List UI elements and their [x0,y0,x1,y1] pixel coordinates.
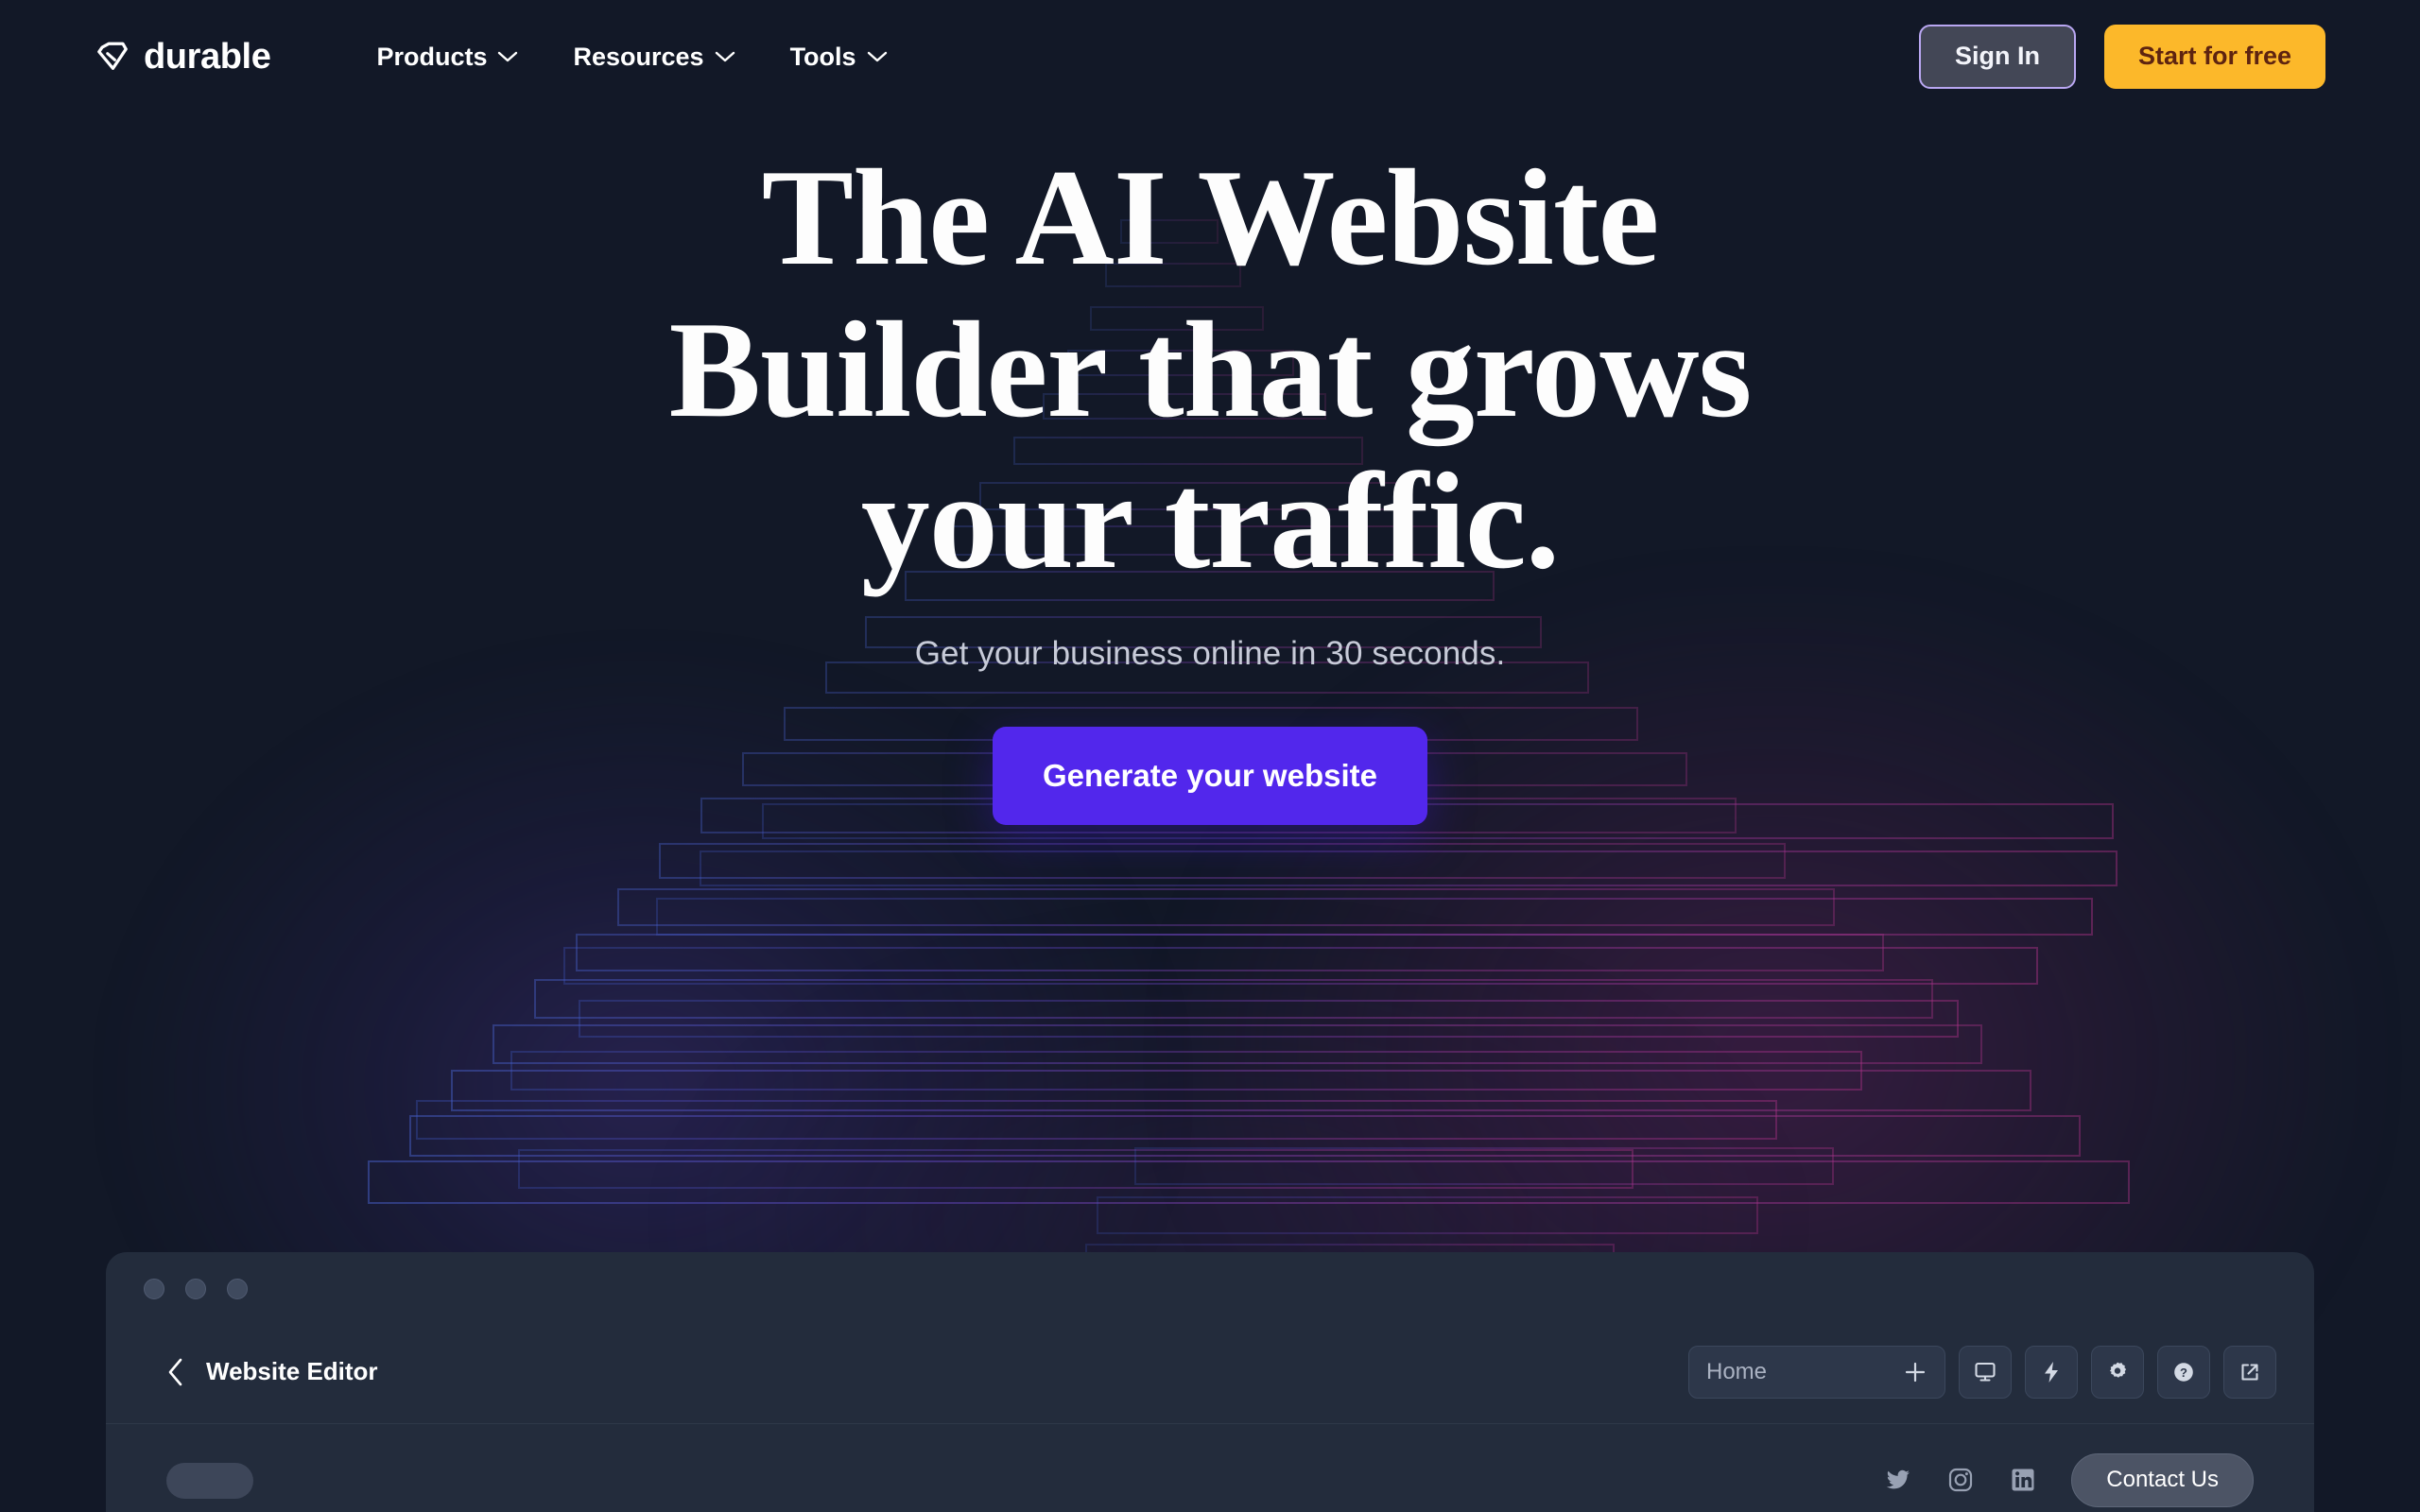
site-logo-placeholder [166,1462,253,1499]
nav-actions: Sign In Start for free [1918,25,2325,89]
decorative-pill [576,934,1884,971]
chevron-down-icon [498,51,518,62]
window-dot-maximize[interactable] [227,1279,248,1299]
desktop-preview-button[interactable] [1959,1345,2012,1399]
decorative-pill [1097,1196,1758,1234]
headline-line-3: your traffic. [860,444,1560,598]
top-navbar: durable Products Resources Tools Sign In… [0,0,2420,113]
window-dot-minimize[interactable] [185,1279,206,1299]
decorative-pill [493,1024,1982,1064]
editor-toolbar: Website Editor Home ? [106,1320,2314,1424]
settings-button[interactable] [2091,1345,2144,1399]
plus-icon[interactable] [1903,1360,1927,1384]
nav-item-label: Resources [573,42,704,71]
brand-logo[interactable]: durable [95,37,271,77]
decorative-pill [368,1160,2130,1204]
hero-section: The AI Website Builder that grows your t… [0,142,2420,826]
diamond-gem-icon [97,42,128,70]
editor-title: Website Editor [206,1357,378,1385]
nav-item-label: Products [376,42,488,71]
question-circle-icon: ? [2174,1362,2193,1382]
nav-item-resources[interactable]: Resources [573,43,735,72]
page-root: durable Products Resources Tools Sign In… [0,0,2420,1512]
headline-line-2: Builder that grows [668,292,1753,446]
generate-your-website-button[interactable]: Generate your website [993,726,1427,826]
chevron-left-icon [168,1358,182,1385]
sign-in-button[interactable]: Sign In [1918,25,2076,89]
page-select-dropdown[interactable]: Home [1688,1345,1945,1399]
decorative-pill [451,1070,2031,1111]
editor-tool-group: Home ? [1688,1345,2276,1399]
decorative-pill [617,888,1835,926]
decorative-pill [579,1000,1959,1038]
nav-item-label: Tools [789,42,856,71]
decorative-pill [510,1051,1862,1091]
headline-line-1: The AI Website [761,141,1660,294]
gear-icon [2109,1362,2127,1378]
hero-subtitle: Get your business online in 30 seconds. [914,634,1506,672]
window-dot-close[interactable] [144,1279,164,1299]
decorative-pill [700,850,2118,886]
external-link-icon [2241,1363,2258,1381]
brand-name: durable [144,37,271,77]
decorative-pill [416,1100,1777,1140]
decorative-pill [518,1149,1634,1189]
lightning-bolt-icon [2045,1361,2058,1383]
svg-text:?: ? [2180,1366,2187,1380]
page-select-value: Home [1706,1358,1768,1384]
nav-item-products[interactable]: Products [376,43,518,72]
decorative-pill [659,843,1786,879]
monitor-icon [1975,1362,1996,1382]
publish-button[interactable] [2025,1345,2078,1399]
decorative-pill [563,947,2038,985]
decorative-pill [534,979,1933,1019]
start-for-free-button[interactable]: Start for free [2103,25,2325,89]
website-editor-mockup: Website Editor Home ? Contact Us [106,1252,2314,1512]
decorative-pill [1134,1147,1834,1185]
page-title: The AI Website Builder that grows your t… [312,142,2108,597]
linkedin-icon[interactable] [2009,1466,2037,1494]
chevron-down-icon [715,51,735,62]
decorative-pill [409,1115,2081,1157]
site-header-right: Contact Us [1884,1453,2254,1507]
decorative-pill [656,898,2093,936]
instagram-icon[interactable] [1946,1466,1975,1494]
editor-back-button[interactable]: Website Editor [166,1357,378,1387]
editor-canvas-preview: Contact Us [106,1425,2314,1512]
help-button[interactable]: ? [2157,1345,2210,1399]
hero-cta-wrap: Generate your website [0,726,2420,826]
open-external-button[interactable] [2223,1345,2276,1399]
nav-links: Products Resources Tools [376,43,887,72]
window-controls [144,1279,248,1299]
chevron-down-icon [867,51,887,62]
nav-item-tools[interactable]: Tools [790,43,888,72]
contact-us-button[interactable]: Contact Us [2071,1453,2254,1507]
twitter-icon[interactable] [1884,1466,1912,1494]
